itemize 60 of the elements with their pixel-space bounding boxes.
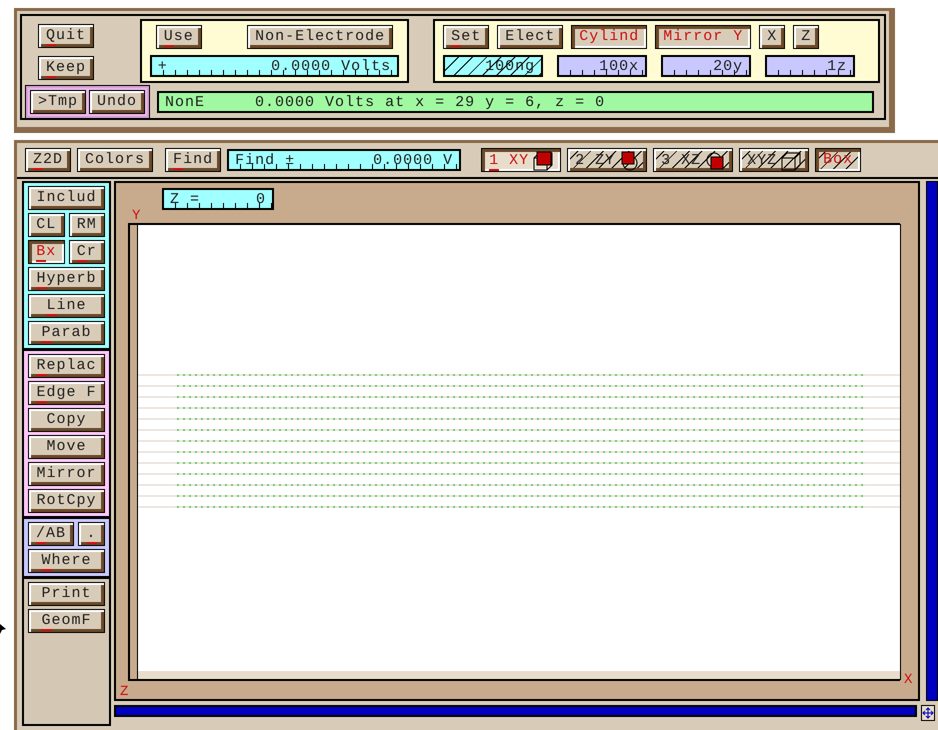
toolbar-button[interactable]: Keep (38, 56, 94, 80)
sidebar-button[interactable]: Where (28, 549, 105, 573)
electrode-button[interactable]: Use (156, 25, 202, 49)
scale-field[interactable]: 1z (765, 55, 856, 77)
find-field[interactable]: Find ± 0.0000 V (227, 149, 462, 171)
toolbar-button[interactable]: Colors (77, 148, 154, 172)
field-label: Z = (170, 190, 200, 208)
symmetry-button[interactable]: X (759, 25, 786, 49)
z-field[interactable]: Z = 0 (162, 188, 274, 210)
sidebar-button[interactable]: Print (28, 582, 105, 606)
toolbar-button[interactable]: Quit (38, 24, 94, 48)
sidebar-button[interactable]: Hyperb (28, 267, 105, 291)
voltage-field[interactable]: + 0.0000 Volts (150, 55, 400, 77)
find-button[interactable]: Find (165, 148, 222, 172)
cube-face-icon (533, 151, 554, 171)
sidebar-button[interactable]: Cr (68, 240, 105, 264)
sidebar-button[interactable]: Copy (28, 408, 105, 432)
symmetry-button[interactable]: Cylind (571, 25, 648, 49)
symmetry-button[interactable]: Elect (497, 25, 564, 49)
electrode-button[interactable]: Non-Electrode (247, 25, 394, 49)
edit-button[interactable]: >Tmp (30, 90, 86, 114)
scale-field[interactable]: 100x (557, 55, 648, 77)
sidebar-button[interactable]: Move (28, 435, 105, 459)
symmetry-button[interactable]: Set (443, 25, 490, 49)
cursor-icon (0, 624, 6, 634)
sidebar-button[interactable]: Edge F (28, 381, 105, 405)
field-value: 0.0000 V (373, 152, 454, 168)
sidebar-button[interactable]: Parab (28, 321, 105, 345)
move-icon[interactable] (921, 705, 935, 721)
sidebar-button[interactable]: Line (28, 294, 105, 318)
axis-label: X (904, 673, 914, 687)
sidebar-button[interactable]: GeomF (28, 609, 105, 633)
field-value: 0 (256, 190, 266, 208)
cube-icon (781, 151, 802, 171)
view-tab[interactable]: 1 XY (481, 148, 562, 172)
sidebar-button[interactable]: Bx (28, 240, 64, 264)
status-name: NonE (165, 94, 206, 110)
toolbar-button[interactable]: Z2D (25, 148, 72, 172)
sidebar-button[interactable]: /AB (28, 522, 74, 546)
field-value: 0.0000 Volts (271, 58, 392, 74)
field-label: Find ± (235, 152, 296, 168)
field-sign: + (158, 58, 168, 74)
sidebar-button[interactable]: Replac (28, 354, 105, 378)
cube-face-icon (619, 151, 640, 171)
cube-face-icon (705, 151, 726, 171)
sidebar-button[interactable]: CL (28, 213, 64, 237)
status-text: 0.0000 Volts at x = 29 y = 6, z = 0 (255, 94, 606, 110)
symmetry-button[interactable]: Mirror Y (655, 25, 752, 49)
sidebar-button[interactable]: RM (68, 213, 105, 237)
sidebar-button[interactable]: RotCpy (28, 489, 105, 513)
symmetry-button[interactable]: Z (793, 25, 820, 49)
sidebar-button[interactable]: Mirror (28, 462, 105, 486)
scroll-bar[interactable] (926, 181, 938, 701)
sidebar-button[interactable]: Includ (28, 186, 105, 210)
axis-label: Y (132, 209, 142, 223)
axis-label: Z (120, 685, 130, 699)
edit-button[interactable]: Undo (89, 90, 146, 114)
scroll-bar[interactable] (114, 705, 917, 717)
sidebar-button[interactable]: . (78, 522, 105, 546)
scale-field[interactable]: 20y (661, 55, 752, 77)
